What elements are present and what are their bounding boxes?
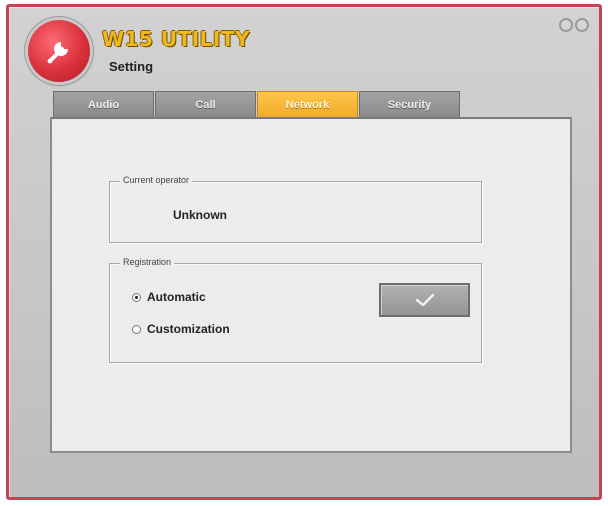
- tab-audio[interactable]: Audio: [53, 91, 154, 118]
- tab-security[interactable]: Security: [359, 91, 460, 118]
- radio-customization-label: Customization: [147, 322, 230, 336]
- radio-customization[interactable]: Customization: [132, 322, 230, 336]
- confirm-button[interactable]: [379, 283, 470, 317]
- registration-legend: Registration: [120, 257, 175, 267]
- radio-customization-button[interactable]: [132, 324, 141, 334]
- app-logo: [28, 20, 90, 82]
- app-title: W15 UTILITY: [102, 27, 250, 51]
- window-controls: [559, 18, 589, 32]
- close-icon[interactable]: [575, 18, 589, 32]
- network-panel: Current operator Unknown Registration Au…: [50, 117, 572, 453]
- current-operator-legend: Current operator: [120, 175, 193, 185]
- check-icon: [415, 293, 434, 307]
- minimize-icon[interactable]: [559, 18, 573, 32]
- page-subtitle: Setting: [109, 59, 154, 74]
- radio-automatic[interactable]: Automatic: [132, 290, 206, 304]
- current-operator-group: Current operator Unknown: [109, 175, 482, 243]
- radio-automatic-button[interactable]: [132, 292, 141, 302]
- utility-window: W15 UTILITY Setting Audio Call Network S…: [6, 4, 602, 500]
- tab-call[interactable]: Call: [155, 91, 256, 118]
- current-operator-value: Unknown: [173, 208, 227, 222]
- radio-automatic-label: Automatic: [147, 290, 206, 304]
- tab-bar: Audio Call Network Security: [53, 91, 461, 119]
- tab-network[interactable]: Network: [257, 91, 358, 118]
- wrench-icon: [47, 42, 68, 64]
